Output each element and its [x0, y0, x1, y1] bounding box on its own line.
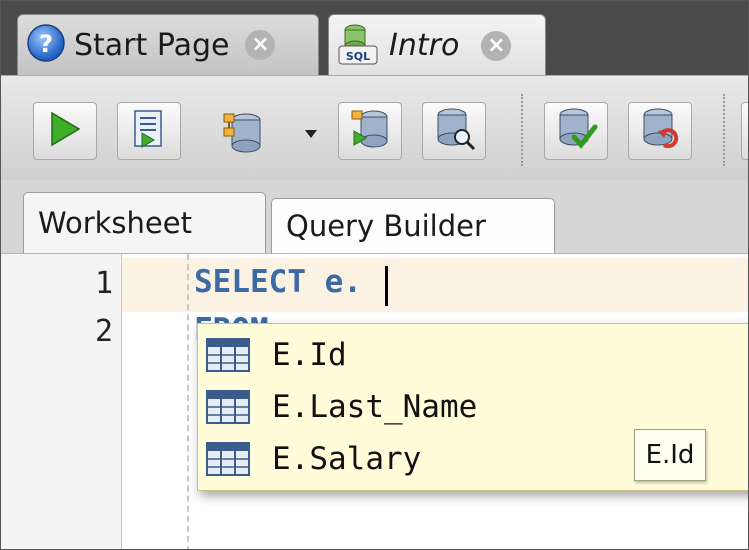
rollback-icon [636, 105, 684, 157]
line-number: 2 [94, 314, 113, 349]
toolbar-overflow-button[interactable] [741, 102, 748, 160]
svg-text:?: ? [39, 30, 53, 58]
column-icon [206, 442, 250, 476]
run-script-icon [132, 109, 166, 153]
indent-guide [187, 254, 189, 549]
sql-developer-window: ? Start Page × SQL Intro × Worksheet Que… [0, 0, 749, 550]
autocomplete-item[interactable]: E.Last_Name [198, 382, 477, 432]
play-icon [49, 111, 81, 151]
explain-plan-button[interactable] [338, 102, 402, 160]
rollback-button[interactable] [628, 102, 692, 160]
run-statement-button[interactable] [33, 102, 97, 160]
explain-plan-icon [346, 105, 394, 157]
commit-button[interactable] [544, 102, 608, 160]
worksheet-toolbar [1, 75, 748, 181]
line-number: 1 [94, 266, 113, 301]
tab-start-page-label: Start Page [74, 27, 230, 63]
db-search-icon [430, 105, 478, 157]
toolbar-separator [723, 94, 725, 166]
tab-intro[interactable]: SQL Intro × [328, 14, 546, 76]
autocomplete-item-label: E.Id [272, 337, 347, 373]
close-icon[interactable]: × [481, 30, 512, 61]
run-script-button[interactable] [117, 102, 181, 160]
tab-intro-label: Intro [389, 28, 460, 63]
tab-worksheet[interactable]: Worksheet [23, 192, 266, 253]
worksheet-tab-bar: Worksheet Query Builder [1, 180, 748, 253]
code-line-1: SELECT e. [194, 264, 362, 300]
autocomplete-item[interactable]: E.Salary [198, 434, 421, 484]
line-number-gutter: 1 2 [1, 254, 122, 549]
tab-query-builder[interactable]: Query Builder [271, 198, 555, 253]
column-icon [206, 338, 250, 372]
toolbar-separator [521, 94, 523, 166]
document-tab-bar: ? Start Page × SQL Intro × [1, 1, 748, 76]
sql-tuning-button[interactable] [422, 102, 486, 160]
chevron-down-icon[interactable] [304, 124, 318, 143]
autocomplete-item[interactable]: E.Id [198, 330, 347, 380]
commit-icon [552, 105, 600, 157]
autocomplete-tooltip: E.Id [634, 429, 706, 481]
autocomplete-item-label: E.Salary [272, 441, 422, 477]
autocomplete-item-label: E.Last_Name [272, 389, 478, 425]
close-icon[interactable]: × [245, 30, 276, 60]
svg-text:SQL: SQL [346, 50, 370, 63]
text-caret [385, 266, 388, 306]
column-icon [206, 390, 250, 424]
help-icon: ? [26, 23, 66, 67]
autotrace-icon[interactable] [216, 106, 268, 162]
sql-file-icon: SQL [335, 22, 381, 70]
tab-start-page[interactable]: ? Start Page × [17, 14, 319, 75]
